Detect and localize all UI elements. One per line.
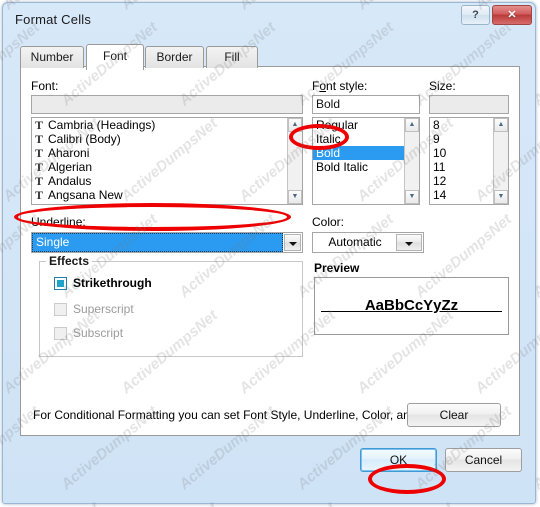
list-item[interactable]: 11 [430,160,493,174]
preview-title: Preview [314,261,360,275]
scroll-down-icon[interactable]: ▼ [288,190,302,204]
list-item-label: Andalus [48,174,92,188]
underline-combo[interactable]: Single [31,232,303,253]
scroll-up-icon[interactable]: ▲ [405,118,419,132]
list-item-label: Algerian [48,160,93,174]
strikethrough-label: Strikethrough [73,276,152,290]
truetype-icon: T [35,118,44,132]
window-title: Format Cells [15,12,92,27]
list-item[interactable]: T Algerian [32,160,287,174]
color-label: Color: [312,215,345,229]
list-item[interactable]: 10 [430,146,493,160]
effects-group-title: Effects [46,254,93,268]
list-item-label: Cambria (Headings) [48,118,156,132]
color-value: Automatic [328,235,382,249]
list-item[interactable]: 8 [430,118,493,132]
truetype-icon: T [35,174,44,188]
size-input[interactable] [429,95,509,114]
size-list-scrollbar[interactable]: ▲ ▼ [493,118,508,204]
font-style-input[interactable]: Bold [312,95,420,114]
font-list[interactable]: T Cambria (Headings) T Calibri (Body) T Aha… [31,117,303,205]
list-item[interactable]: 14 [430,188,493,202]
list-item[interactable]: T Calibri (Body) [32,132,287,146]
tab-font[interactable]: Font [86,44,144,70]
font-style-label: Font style: [312,79,368,93]
chevron-down-icon[interactable] [396,234,422,251]
preview-sample-inner: AaBbCcYyZz [364,297,459,314]
list-item-label: Angsana New [48,188,123,202]
font-label: Font: [31,79,59,93]
list-item[interactable]: T Andalus [32,174,287,188]
truetype-icon: T [35,160,44,174]
list-item-label: Aharoni [48,146,90,160]
close-icon[interactable]: ✕ [492,5,532,25]
preview-sample-text: AaBbCcYyZz [315,297,508,314]
chevron-down-icon[interactable] [284,234,301,251]
scroll-down-icon[interactable]: ▼ [405,190,419,204]
font-tab-panel: Font: T Cambria (Headings) T Calibri (Body… [20,66,520,436]
superscript-label: Superscript [73,302,134,316]
underline-label: Underline: [31,215,86,229]
list-item[interactable]: T Cambria (Headings) [32,118,287,132]
truetype-icon: T [35,146,44,160]
list-item-label: Calibri (Body) [48,132,121,146]
underline-value: Single [32,233,283,252]
format-cells-dialog: Format Cells ? ✕ Number Font Border Fill… [2,2,536,504]
font-style-bold-item[interactable]: Bold [313,146,404,160]
list-item[interactable]: Italic [313,132,404,146]
tab-number[interactable]: Number [20,46,84,68]
list-item[interactable]: Bold Italic [313,160,404,174]
font-name-input[interactable] [31,95,303,114]
font-style-scrollbar[interactable]: ▲ ▼ [404,118,419,204]
font-style-list[interactable]: Regular Italic Bold Bold Italic ▲ ▼ [312,117,420,205]
clear-button[interactable]: Clear [407,403,501,427]
cancel-button[interactable]: Cancel [445,448,522,472]
list-item[interactable]: T Aharoni [32,146,287,160]
truetype-icon: T [35,188,44,202]
checkbox-checked-icon[interactable] [54,277,67,290]
scroll-up-icon[interactable]: ▲ [288,118,302,132]
list-item[interactable]: 12 [430,174,493,188]
font-list-scrollbar[interactable]: ▲ ▼ [287,118,302,204]
list-item[interactable]: 9 [430,132,493,146]
preview-box: AaBbCcYyZz [314,277,509,335]
checkbox-icon [54,327,67,340]
title-bar: Format Cells ? ✕ [8,5,532,34]
ok-button[interactable]: OK [360,448,437,472]
help-icon[interactable]: ? [461,5,490,25]
size-label: Size: [429,79,456,93]
size-list[interactable]: 8 9 10 11 12 14 ▲ ▼ [429,117,509,205]
tab-border[interactable]: Border [145,46,204,68]
checkbox-icon [54,303,67,316]
effects-group: Effects Strikethrough Superscript Subscr… [39,254,303,357]
scroll-down-icon[interactable]: ▼ [494,190,508,204]
list-item[interactable]: T Angsana New [32,188,287,202]
subscript-label: Subscript [73,326,124,340]
truetype-icon: T [35,132,44,146]
tab-fill[interactable]: Fill [206,46,258,68]
list-item[interactable]: Regular [313,118,404,132]
color-combo[interactable]: Automatic [312,232,424,253]
scroll-up-icon[interactable]: ▲ [494,118,508,132]
